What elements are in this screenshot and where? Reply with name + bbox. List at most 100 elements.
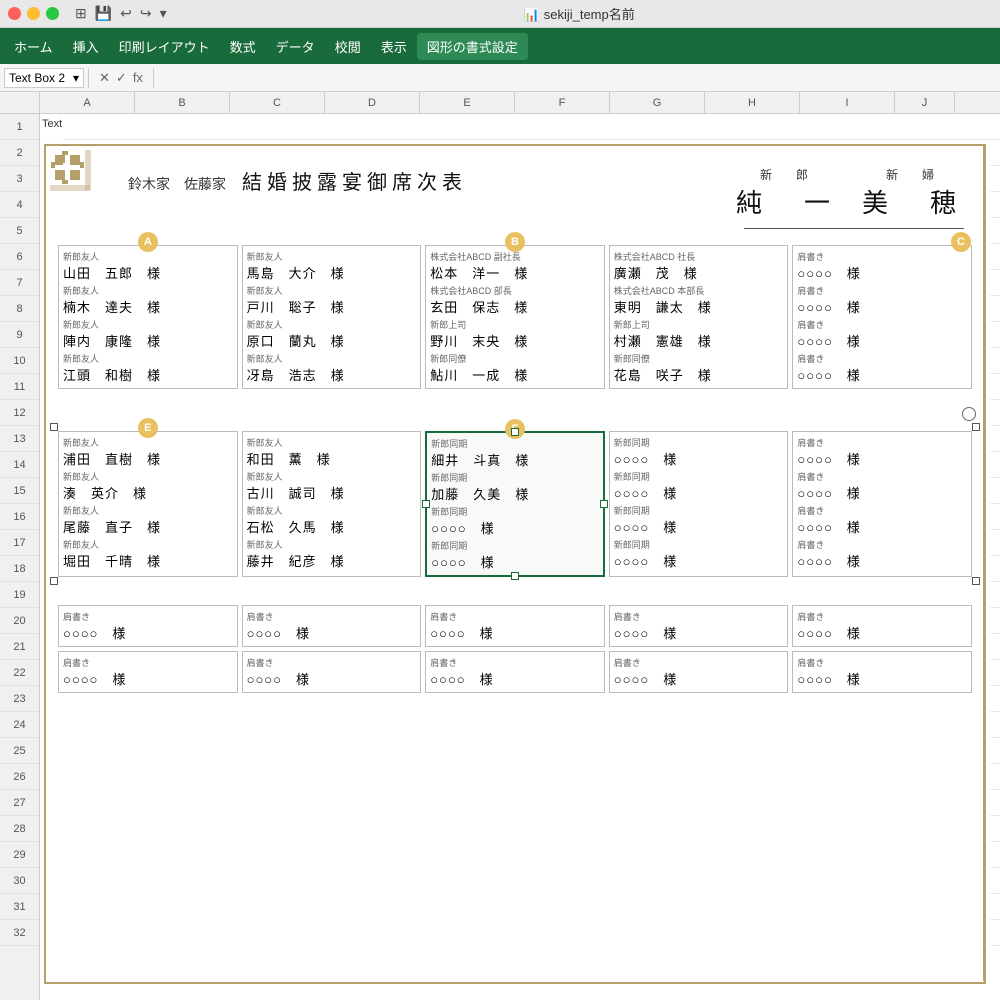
row-num-7: 7 bbox=[0, 270, 39, 296]
sel-handle-b[interactable] bbox=[511, 572, 519, 580]
row-num-25: 25 bbox=[0, 738, 39, 764]
menu-view[interactable]: 表示 bbox=[371, 33, 417, 60]
formula-input[interactable] bbox=[158, 76, 996, 80]
spreadsheet: A B C D E F G H I J 1 2 3 4 5 6 7 8 9 10… bbox=[0, 92, 1000, 1000]
row-num-12: 12 bbox=[0, 400, 39, 426]
formula-separator bbox=[88, 68, 89, 88]
family-names: 鈴木家 佐藤家 bbox=[128, 173, 226, 195]
rotate-handle[interactable] bbox=[962, 407, 976, 421]
cancel-formula-icon[interactable]: ✕ bbox=[99, 70, 110, 86]
col-header-h[interactable]: H bbox=[705, 92, 800, 113]
table-badge-E: E bbox=[138, 418, 158, 438]
row-num-11: 11 bbox=[0, 374, 39, 400]
resize-handle-bl[interactable] bbox=[50, 577, 58, 585]
undo-icon[interactable]: ↩ bbox=[120, 5, 132, 22]
cells-area[interactable]: 鈴木家 佐藤家 結婚披露宴御席次表 新 郎 純 一 新 婦 bbox=[40, 114, 1000, 1000]
menu-home[interactable]: ホーム bbox=[4, 33, 63, 60]
cell-text-label: Text bbox=[40, 114, 64, 140]
row-num-15: 15 bbox=[0, 478, 39, 504]
table-no-badge-4: 新郎同期 ○○○○ 様 新郎同期 ○○○○ 様 新郎同期 ○○○○ 様 新郎同期… bbox=[609, 431, 789, 577]
table-badge-A: A bbox=[138, 232, 158, 252]
menu-shape-format[interactable]: 図形の書式設定 bbox=[417, 33, 528, 60]
resize-handle-tl[interactable] bbox=[50, 423, 58, 431]
col-header-j[interactable]: J bbox=[895, 92, 955, 113]
cell-ref-arrow[interactable]: ▾ bbox=[73, 71, 79, 85]
sel-handle-t[interactable] bbox=[511, 428, 519, 436]
row-num-28: 28 bbox=[0, 816, 39, 842]
table-no-badge-1: 新郎友人 馬島 大介 様 新郎友人 戸川 聡子 様 新郎友人 原口 蘭丸 様 新… bbox=[242, 245, 422, 389]
table-section-4: 肩書き ○○○○ 様 肩書き ○○○○ 様 肩書き ○○○○ 様 肩書き bbox=[58, 651, 972, 693]
toolbar-icons: ⊞ 💾 ↩ ↪ ▾ bbox=[75, 5, 167, 22]
row-num-26: 26 bbox=[0, 764, 39, 790]
col-header-f[interactable]: F bbox=[515, 92, 610, 113]
sel-handle-l[interactable] bbox=[422, 500, 430, 508]
table-no-badge-3: 新郎友人 和田 薫 様 新郎友人 古川 誠司 様 新郎友人 石松 久馬 様 新郎… bbox=[242, 431, 422, 577]
table-ph-2: 肩書き ○○○○ 様 bbox=[242, 605, 422, 647]
cell-reference[interactable]: Text Box 2 ▾ bbox=[4, 68, 84, 88]
table-badge-F: F bbox=[505, 419, 525, 439]
grid-area: 1 2 3 4 5 6 7 8 9 10 11 12 13 14 15 16 1… bbox=[0, 114, 1000, 1000]
grid-icon[interactable]: ⊞ bbox=[75, 5, 87, 22]
traffic-lights[interactable] bbox=[8, 7, 59, 20]
formula-icons: ✕ ✓ fx bbox=[93, 70, 149, 86]
titlebar-title: 📊 sekiji_temp名前 bbox=[167, 4, 992, 23]
bride-name: 美 穂 bbox=[862, 183, 964, 220]
table-ph-1: 肩書き ○○○○ 様 bbox=[58, 605, 238, 647]
groom-block: 新 郎 純 一 bbox=[736, 166, 838, 220]
role-1: 新郎友人 bbox=[63, 250, 233, 263]
section-separator bbox=[58, 405, 972, 431]
sel-handle-r[interactable] bbox=[600, 500, 608, 508]
more-icon[interactable]: ▾ bbox=[160, 5, 167, 22]
col-header-e[interactable]: E bbox=[420, 92, 515, 113]
doc-title-block: 鈴木家 佐藤家 結婚披露宴御席次表 bbox=[58, 166, 467, 195]
col-header-c[interactable]: C bbox=[230, 92, 325, 113]
row-num-23: 23 bbox=[0, 686, 39, 712]
row-num-9: 9 bbox=[0, 322, 39, 348]
table-F-selected[interactable]: F 新郎同期 細井 斗真 様 新郎同期 加藤 久美 様 新郎同期 ○○○○ 様 bbox=[425, 431, 605, 577]
resize-handle-br[interactable] bbox=[972, 577, 980, 585]
row-num-5: 5 bbox=[0, 218, 39, 244]
row-num-21: 21 bbox=[0, 634, 39, 660]
formula-symbol: fx bbox=[133, 70, 143, 86]
bride-label: 新 婦 bbox=[862, 166, 964, 183]
menu-print-layout[interactable]: 印刷レイアウト bbox=[109, 33, 220, 60]
col-header-d[interactable]: D bbox=[325, 92, 420, 113]
maximize-button[interactable] bbox=[46, 7, 59, 20]
guest-1: 山田 五郎 様 bbox=[63, 263, 233, 282]
row-num-6: 6 bbox=[0, 244, 39, 270]
confirm-formula-icon[interactable]: ✓ bbox=[116, 70, 127, 86]
guest-4: 江頭 和樹 様 bbox=[63, 365, 233, 384]
role-2: 新郎友人 bbox=[63, 284, 233, 297]
row-num-22: 22 bbox=[0, 660, 39, 686]
col-header-i[interactable]: I bbox=[800, 92, 895, 113]
minimize-button[interactable] bbox=[27, 7, 40, 20]
table-E: E 新郎友人 浦田 直樹 様 新郎友人 湊 英介 様 新郎友人 尾藤 直子 様 … bbox=[58, 431, 238, 577]
row-num-30: 30 bbox=[0, 868, 39, 894]
menu-data[interactable]: データ bbox=[266, 33, 325, 60]
table-A: A 新郎友人 山田 五郎 様 新郎友人 楠木 達夫 様 新郎友人 陣内 康隆 様… bbox=[58, 245, 238, 389]
formula-separator2 bbox=[153, 68, 154, 88]
row-num-3: 3 bbox=[0, 166, 39, 192]
resize-handle-tr[interactable] bbox=[972, 423, 980, 431]
table-section-2: E 新郎友人 浦田 直樹 様 新郎友人 湊 英介 様 新郎友人 尾藤 直子 様 … bbox=[58, 431, 972, 577]
table-section-1: A 新郎友人 山田 五郎 様 新郎友人 楠木 達夫 様 新郎友人 陣内 康隆 様… bbox=[58, 245, 972, 389]
groom-bride-section: 新 郎 純 一 新 婦 美 穂 bbox=[736, 166, 964, 220]
bride-block: 新 婦 美 穂 bbox=[862, 166, 964, 220]
guest-2: 楠木 達夫 様 bbox=[63, 297, 233, 316]
col-header-a[interactable]: A bbox=[40, 92, 135, 113]
row-num-8: 8 bbox=[0, 296, 39, 322]
close-button[interactable] bbox=[8, 7, 21, 20]
redo-icon[interactable]: ↪ bbox=[140, 5, 152, 22]
row-num-4: 4 bbox=[0, 192, 39, 218]
menu-formula[interactable]: 数式 bbox=[220, 33, 266, 60]
menu-review[interactable]: 校閲 bbox=[325, 33, 371, 60]
table-C: C 肩書き ○○○○ 様 肩書き ○○○○ 様 肩書き ○○○○ 様 肩書き ○… bbox=[792, 245, 972, 389]
table-badge-C: C bbox=[951, 232, 971, 252]
table-ph-7: 肩書き ○○○○ 様 bbox=[242, 651, 422, 693]
row-num-14: 14 bbox=[0, 452, 39, 478]
table-ph-10: 肩書き ○○○○ 様 bbox=[792, 651, 972, 693]
col-header-g[interactable]: G bbox=[610, 92, 705, 113]
menu-insert[interactable]: 挿入 bbox=[63, 33, 109, 60]
save-icon[interactable]: 💾 bbox=[95, 5, 112, 22]
col-header-b[interactable]: B bbox=[135, 92, 230, 113]
